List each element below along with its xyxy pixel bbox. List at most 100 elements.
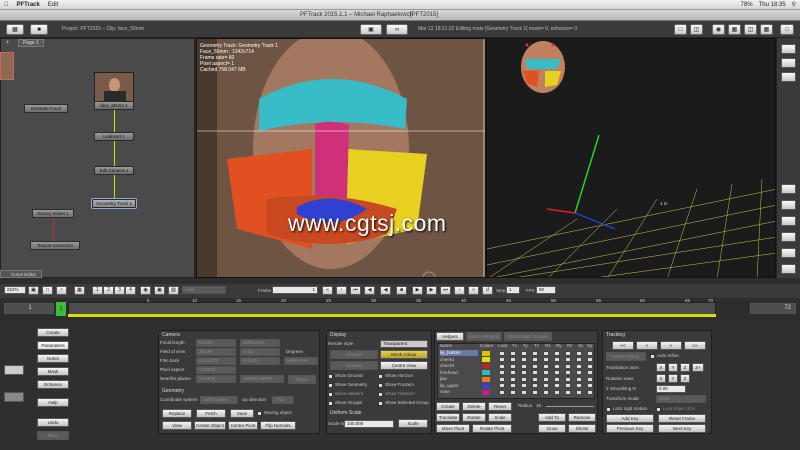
helper-lock-checkbox[interactable] (521, 389, 527, 395)
previous-key-button[interactable]: Previous Key (606, 424, 654, 433)
helper-lock-checkbox[interactable] (554, 350, 560, 356)
translate-button[interactable]: Translate (436, 413, 460, 422)
stop-button[interactable]: ■ (396, 286, 407, 295)
helper-lock-checkbox[interactable] (532, 383, 538, 388)
helper-lock-checkbox[interactable] (587, 363, 593, 369)
helper-lock-checkbox[interactable] (532, 357, 538, 362)
frame-field[interactable]: 1 (272, 286, 318, 294)
helper-lock-checkbox[interactable] (576, 376, 582, 382)
helper-lock-checkbox[interactable] (543, 370, 549, 375)
tab-vertex-weights[interactable]: Vertex Weights (466, 332, 502, 341)
add-page-icon[interactable]: + (6, 40, 14, 47)
fps-field[interactable]: 60 (536, 286, 556, 294)
undo-button[interactable]: Undo (37, 418, 69, 427)
tab-helpers[interactable]: Helpers (436, 332, 464, 341)
step-field[interactable]: 1 (506, 286, 520, 294)
helper-row-name[interactable]: jaw (440, 376, 447, 382)
camera-view-icon[interactable] (781, 248, 796, 258)
reset-frame-button[interactable]: Reset Frame (658, 414, 706, 423)
helper-lock-checkbox[interactable] (532, 350, 538, 356)
helper-lock-checkbox[interactable] (510, 350, 516, 356)
helper-lock-checkbox[interactable] (587, 350, 593, 356)
num-4-button[interactable]: 4 (125, 286, 136, 295)
helper-lock-checkbox[interactable] (565, 376, 571, 382)
helper-lock-checkbox[interactable] (510, 370, 516, 375)
helper-lock-checkbox[interactable] (521, 370, 527, 375)
helper-colour-swatch[interactable] (482, 389, 490, 395)
enhance-button[interactable]: Enhance (37, 380, 69, 389)
focal-length-field[interactable]: 50.000 (196, 339, 236, 347)
helper-row-name[interactable]: lip_bottom (440, 350, 478, 356)
helper-lock-checkbox[interactable] (587, 383, 593, 388)
scale-helper-button[interactable]: Scale (488, 413, 512, 422)
helper-lock-checkbox[interactable] (554, 370, 560, 375)
view-icon-3[interactable]: ○ (56, 286, 67, 295)
remove-from-button[interactable]: Remove From (568, 413, 596, 427)
track-icon[interactable] (4, 365, 24, 375)
coord-select[interactable]: Left-handed (200, 396, 238, 404)
helper-lock-checkbox[interactable] (576, 370, 582, 375)
helper-colour-swatch[interactable] (482, 357, 490, 362)
view-front-button[interactable] (781, 72, 796, 82)
helper-lock-checkbox[interactable] (543, 350, 549, 356)
helper-colour-swatch[interactable] (482, 350, 490, 356)
flip-normals-button[interactable]: Flip Normals (260, 421, 296, 430)
view-side-button[interactable] (781, 58, 796, 68)
rz-button[interactable]: Z (680, 374, 690, 383)
num-2-button[interactable]: 2 (103, 286, 114, 295)
tz-button[interactable]: Z (680, 363, 690, 372)
helper-colour-swatch[interactable] (482, 376, 490, 382)
next-key-button[interactable]: » (468, 286, 479, 295)
view-icon-2[interactable]: □ (42, 286, 53, 295)
helper-lock-checkbox[interactable] (554, 383, 560, 388)
helper-lock-checkbox[interactable] (499, 389, 505, 395)
helper-lock-checkbox[interactable] (510, 389, 516, 395)
reset-planes-button[interactable]: Reset (288, 375, 316, 384)
helper-lock-checkbox[interactable] (521, 376, 527, 382)
view-top-button[interactable] (781, 44, 796, 54)
tree-view-button[interactable]: ▦ (6, 24, 24, 35)
grid-toggle-icon[interactable] (4, 392, 24, 402)
node-texture-extraction[interactable]: Texture Extraction (30, 241, 80, 250)
film-back-field[interactable]: 24.31871 (196, 357, 236, 365)
prev-frame-button[interactable]: < (636, 341, 658, 350)
show-frustum-checkbox[interactable] (378, 383, 383, 388)
far-plane-field[interactable]: 100000.00000 (240, 375, 284, 383)
lock-rigid-checkbox[interactable] (606, 407, 611, 412)
node-face-50mm[interactable]: face_50mm 1 (94, 101, 134, 110)
helper-lock-checkbox[interactable] (543, 363, 549, 369)
helper-lock-checkbox[interactable] (587, 389, 593, 395)
render-style-select[interactable]: Transparent (380, 340, 428, 348)
helper-lock-checkbox[interactable] (532, 376, 538, 382)
show-horizon-checkbox[interactable] (378, 374, 383, 379)
mask-button[interactable]: Mask (37, 367, 69, 376)
node-undistort[interactable]: Undistort 1 (94, 132, 134, 141)
fullscreen-button[interactable]: □ (780, 24, 794, 35)
lock-icon[interactable]: ▣ (154, 286, 165, 295)
helper-colour-swatch[interactable] (482, 363, 490, 369)
image-viewport[interactable] (196, 38, 486, 278)
helper-lock-checkbox[interactable] (576, 363, 582, 369)
create-button[interactable]: Create (37, 328, 69, 337)
helper-colour-swatch[interactable] (482, 383, 490, 388)
fov-field[interactable]: 38.297 (196, 348, 236, 356)
shaded-button[interactable]: Shaded (330, 361, 378, 370)
helper-colour-swatch[interactable] (482, 370, 490, 375)
end-frame-field[interactable]: 72 (750, 303, 796, 314)
up-select[interactable]: Y Up (272, 396, 294, 404)
link-view-button[interactable]: ∞ (386, 24, 408, 35)
rotate-pivot-button[interactable]: Rotate Pivot (472, 424, 512, 433)
create-helper-button[interactable]: Create (436, 402, 460, 411)
tab-page-1[interactable]: Page 1 (18, 39, 44, 47)
helper-lock-checkbox[interactable] (587, 370, 593, 375)
mode-select[interactable]: Auto (182, 286, 226, 294)
rewind-button[interactable]: ◀ (380, 286, 391, 295)
move-pivot-button[interactable]: Move Pivot (436, 424, 470, 433)
scale-field[interactable]: 100.000 (344, 420, 394, 428)
node-survey-solver[interactable]: Survey Solver 1 (32, 209, 74, 218)
helper-lock-checkbox[interactable] (554, 389, 560, 395)
helper-lock-checkbox[interactable] (565, 370, 571, 375)
view-grid-button[interactable]: ▦ (728, 24, 741, 35)
helper-lock-checkbox[interactable] (532, 363, 538, 369)
clip-icon[interactable]: ▧ (168, 286, 179, 295)
